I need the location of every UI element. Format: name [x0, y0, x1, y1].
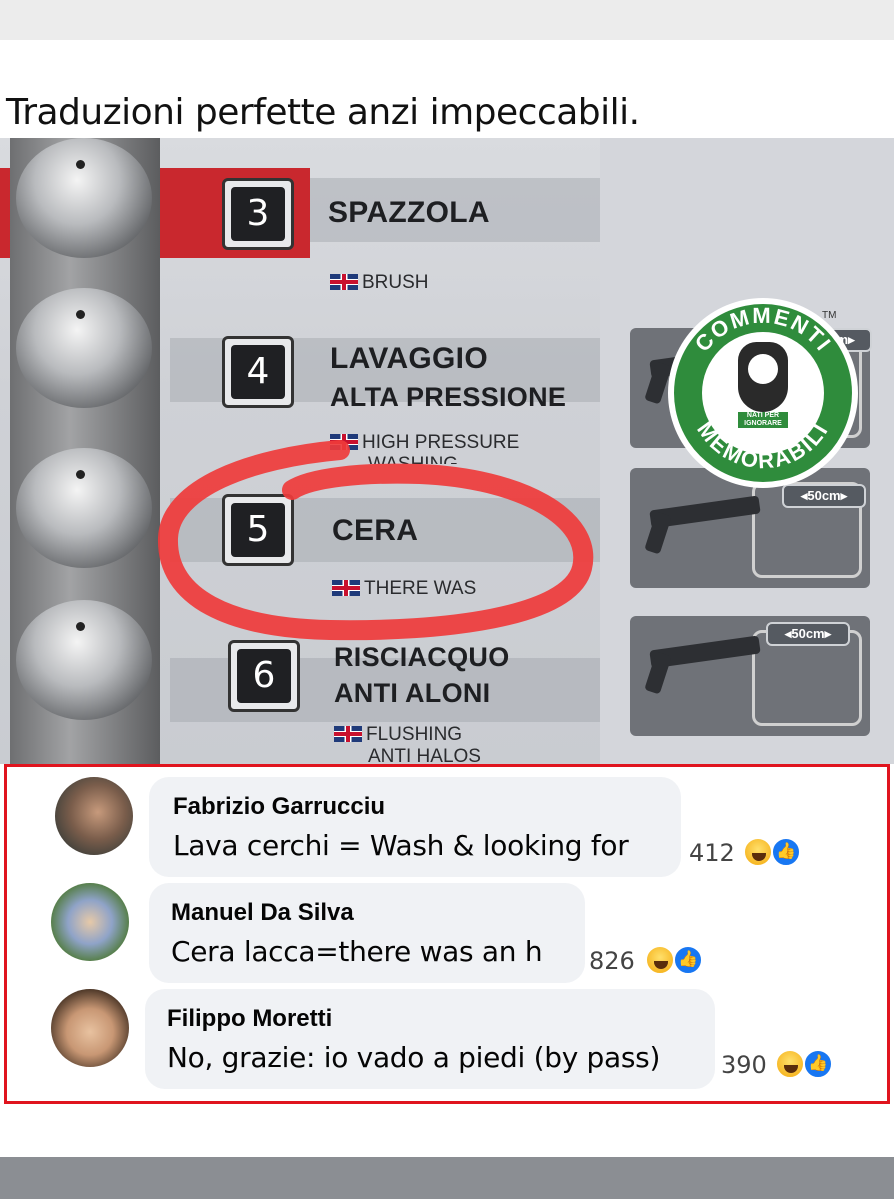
comment-text: Lava cerchi = Wash & looking for — [173, 829, 629, 862]
top-status-strip — [0, 0, 894, 40]
reaction-count[interactable]: 412 — [689, 839, 735, 867]
svg-text:COMMENTI: COMMENTI — [690, 303, 837, 357]
reaction-count[interactable]: 390 — [721, 1051, 767, 1079]
like-reaction-icon: 👍 — [673, 945, 703, 975]
comments-highlight-box: Fabrizio Garrucciu Lava cerchi = Wash & … — [4, 764, 890, 1104]
bottom-bar — [0, 1157, 894, 1199]
post-caption: Traduzioni perfette anzi impeccabili. — [6, 92, 640, 133]
comment-text: No, grazie: io vado a piedi (by pass) — [167, 1041, 661, 1074]
svg-text:MEMORABILI: MEMORABILI — [692, 417, 833, 473]
avatar[interactable] — [51, 883, 129, 961]
comment-author[interactable]: Manuel Da Silva — [171, 899, 354, 927]
avatar[interactable] — [55, 777, 133, 855]
comment-author[interactable]: Fabrizio Garrucciu — [173, 793, 385, 821]
comment-text: Cera lacca=there was an h — [171, 935, 543, 968]
trademark-mark: TM — [822, 310, 837, 321]
like-reaction-icon: 👍 — [771, 837, 801, 867]
reaction-count[interactable]: 826 — [589, 947, 635, 975]
comment-bubble[interactable] — [149, 883, 585, 983]
comment-bubble[interactable] — [149, 777, 681, 877]
logo-ring-text: COMMENTI MEMORABILI — [690, 303, 837, 473]
haha-reaction-icon — [775, 1049, 805, 1079]
like-reaction-icon: 👍 — [803, 1049, 833, 1079]
post-photo[interactable]: ◂50cm▸ ◂50cm▸ cm▸ 3 SPAZZOLA BRUSH 4 LAV… — [0, 138, 894, 764]
commenti-memorabili-logo: NATI PER IGNORARE COMMENTI MEMORABILI — [668, 298, 858, 488]
avatar[interactable] — [51, 989, 129, 1067]
haha-reaction-icon — [645, 945, 675, 975]
comment-author[interactable]: Filippo Moretti — [167, 1005, 332, 1033]
haha-reaction-icon — [743, 837, 773, 867]
comment-bubble[interactable] — [145, 989, 715, 1089]
